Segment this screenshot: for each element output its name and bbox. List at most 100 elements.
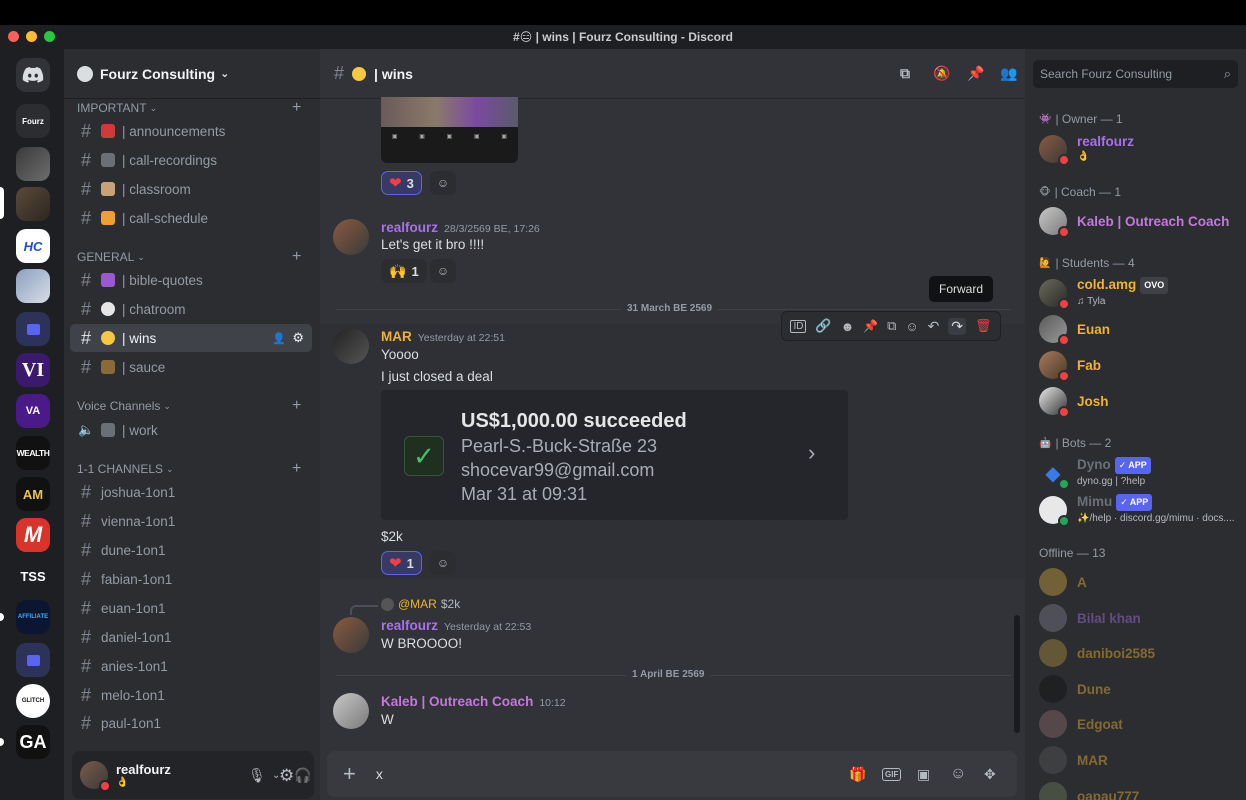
message-author[interactable]: Kaleb | Outreach Coach — [381, 694, 533, 709]
add-channel-icon-4[interactable]: + — [292, 460, 304, 478]
channel-call-schedule[interactable]: # | call-schedule — [70, 204, 312, 232]
member-euan[interactable]: Euan — [1039, 313, 1239, 346]
gift-icon[interactable]: 🎁 — [849, 766, 866, 783]
gear-icon[interactable]: ⚙ — [292, 330, 304, 346]
close-window-button[interactable] — [8, 31, 19, 42]
zoom-window-button[interactable] — [44, 31, 55, 42]
gif-icon[interactable]: GIF — [882, 767, 902, 781]
member-cold-amg[interactable]: cold.amg OVO ♫ Tyla — [1039, 277, 1239, 310]
add-channel-icon-3[interactable]: + — [292, 397, 304, 415]
minimize-window-button[interactable] — [26, 31, 37, 42]
member-offline-edgoat[interactable]: Edgoat — [1039, 708, 1239, 740]
message-input[interactable]: x — [376, 766, 383, 782]
message-author[interactable]: MAR — [381, 329, 412, 344]
scrollbar[interactable] — [1014, 615, 1020, 733]
server-photo-2[interactable] — [16, 187, 50, 221]
channel-bible-quotes[interactable]: # | bible-quotes — [70, 266, 312, 294]
guild-header[interactable]: Fourz Consulting ⌄ 👤 — [64, 49, 373, 99]
category-1on1[interactable]: 1-1 CHANNELS ⌄ — [77, 462, 174, 476]
channel-euan-1on1[interactable]: # euan-1on1 — [70, 594, 312, 622]
server-hc[interactable]: HC — [16, 229, 50, 263]
member-realfourz[interactable]: realfourz 👌 — [1039, 133, 1239, 166]
server-glitch[interactable]: GLITCH — [16, 684, 50, 718]
pin-icon[interactable]: 📌 — [967, 65, 984, 82]
add-channel-icon[interactable]: + — [292, 99, 304, 117]
category-important[interactable]: IMPORTANT ⌄ — [77, 101, 157, 115]
mute-icon[interactable]: 🔕 — [933, 65, 950, 82]
server-viral-academy[interactable]: VA — [16, 394, 50, 428]
reply-preview[interactable]: @MAR $2k — [381, 597, 460, 611]
microphone-icon[interactable]: 🎙 — [248, 767, 266, 784]
channel-classroom[interactable]: # | classroom — [70, 175, 312, 203]
server-affiliate[interactable]: AFFILIATE — [16, 600, 50, 634]
channel-melo-1on1[interactable]: # melo-1on1 — [70, 681, 312, 709]
server-vi[interactable]: VI — [16, 353, 50, 387]
reaction-heart[interactable]: ❤ 3 — [381, 171, 422, 195]
member-fab[interactable]: Fab — [1039, 349, 1239, 382]
headphones-icon[interactable]: 🎧 — [294, 767, 311, 784]
avatar[interactable] — [333, 328, 369, 364]
channel-fabian-1on1[interactable]: # fabian-1on1 — [70, 565, 312, 593]
message-author[interactable]: realfourz — [381, 618, 438, 633]
apps-icon[interactable]: ✥ — [984, 766, 996, 783]
member-list-icon[interactable]: 👥 — [1000, 65, 1017, 82]
reaction-pray[interactable]: 🙌 1 — [381, 259, 427, 283]
payment-card-image[interactable]: ✓ US$1,000.00 succeeded Pearl-S.-Buck-St… — [381, 390, 848, 520]
channel-announcements[interactable]: # | announcements — [70, 117, 312, 145]
member-kaleb[interactable]: Kaleb | Outreach Coach — [1039, 205, 1239, 238]
member-dyno[interactable]: ◆ Dyno ✓ APP dyno.gg | ?help — [1039, 457, 1239, 490]
invite-icon[interactable]: 👤 — [272, 332, 286, 345]
id-icon[interactable]: ID — [790, 319, 807, 333]
add-channel-icon-2[interactable]: + — [292, 248, 304, 266]
server-tss[interactable]: TSS — [16, 559, 50, 593]
member-offline-mar[interactable]: MAR — [1039, 744, 1239, 776]
member-mimu[interactable]: Mimu ✓ APP ✨/help · discord.gg/mimu · docs… — [1039, 494, 1239, 527]
plus-icon[interactable]: + — [343, 761, 356, 787]
user-settings-icon[interactable]: ⚙ — [279, 766, 294, 786]
server-folder[interactable] — [16, 312, 50, 346]
message-author[interactable]: realfourz — [381, 220, 438, 235]
channel-work[interactable]: 🔈 | work — [70, 416, 312, 444]
channel-daniel-1on1[interactable]: # daniel-1on1 — [70, 623, 312, 651]
add-reaction-button[interactable]: ☺ — [430, 171, 456, 195]
add-reaction-button[interactable]: ☺ — [430, 551, 456, 575]
reaction-heart[interactable]: ❤ 1 — [381, 551, 422, 575]
channel-joshua-1on1[interactable]: # joshua-1on1 — [70, 478, 312, 506]
server-am[interactable]: AM — [16, 477, 50, 511]
avatar[interactable] — [333, 219, 369, 255]
member-offline-oapau[interactable]: oapau777 — [1039, 780, 1239, 800]
member-offline-a[interactable]: A — [1039, 566, 1239, 598]
member-offline-dune[interactable]: Dune — [1039, 673, 1239, 705]
category-voice[interactable]: Voice Channels ⌄ — [77, 399, 171, 413]
channel-paul-1on1[interactable]: # paul-1on1 — [70, 709, 312, 737]
server-folder-2[interactable] — [16, 643, 50, 677]
link-icon[interactable]: 🔗 — [815, 318, 831, 334]
discord-home-icon[interactable] — [16, 58, 50, 92]
thread-icon[interactable]: ⧉ — [887, 318, 896, 334]
add-reaction-icon[interactable]: ☻ — [841, 319, 855, 334]
threads-icon[interactable]: ⧉ — [900, 65, 910, 82]
sticker-icon[interactable]: ▣ — [917, 766, 930, 783]
member-offline-bilal[interactable]: Bilal khan — [1039, 602, 1239, 634]
emoji-icon[interactable]: ☺ — [950, 765, 966, 783]
category-general[interactable]: GENERAL ⌄ — [77, 250, 145, 264]
trash-icon[interactable]: 🗑 — [975, 318, 992, 334]
member-offline-daniboi[interactable]: daniboi2585 — [1039, 637, 1239, 669]
channel-vienna-1on1[interactable]: # vienna-1on1 — [70, 507, 312, 535]
avatar[interactable] — [80, 761, 111, 792]
search-input[interactable]: Search Fourz Consulting ⌕ — [1033, 60, 1238, 88]
channel-chatroom[interactable]: # | chatroom — [70, 295, 312, 323]
forward-icon[interactable]: ↷ — [948, 317, 967, 335]
reply-icon[interactable]: ↶ — [928, 318, 940, 335]
avatar[interactable] — [333, 693, 369, 729]
image-attachment[interactable]: ▣ ▣ ▣ ▣ ▣ — [381, 97, 518, 163]
channel-anies-1on1[interactable]: # anies-1on1 — [70, 652, 312, 680]
server-photo-1[interactable] — [16, 147, 50, 181]
server-photo-3[interactable] — [16, 269, 50, 303]
server-fourz[interactable]: Fourz — [16, 104, 50, 138]
channel-dune-1on1[interactable]: # dune-1on1 — [70, 536, 312, 564]
avatar[interactable] — [333, 617, 369, 653]
pin-icon[interactable]: 📌 — [863, 319, 878, 333]
channel-wins[interactable]: # | wins 👤 ⚙ — [70, 324, 312, 352]
server-ga[interactable]: GA — [16, 725, 50, 759]
